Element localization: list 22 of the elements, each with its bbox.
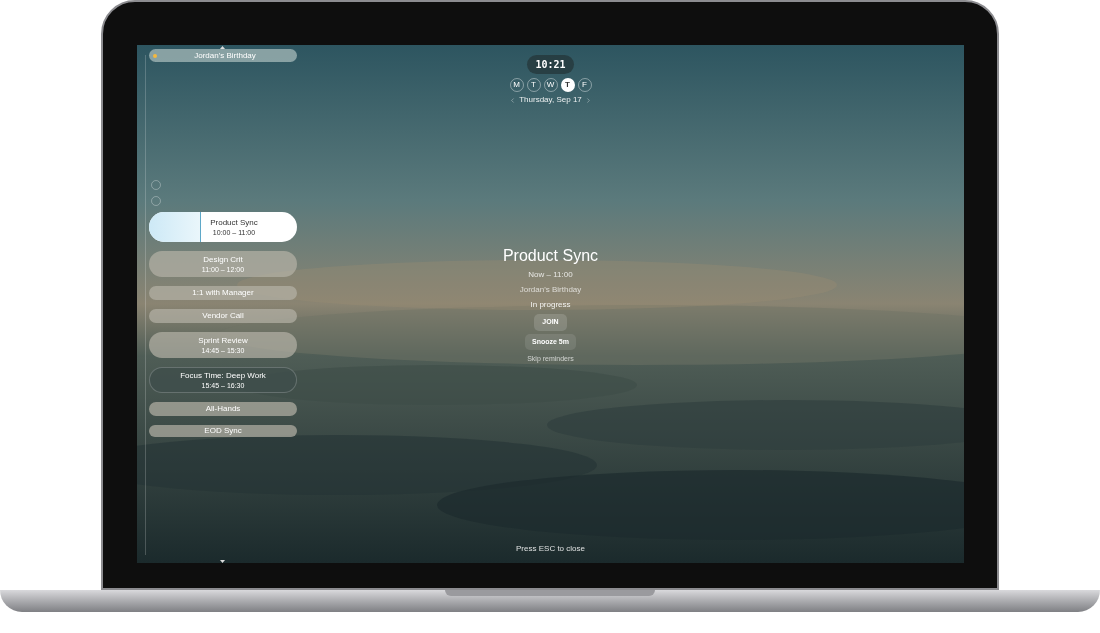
- event-card[interactable]: 1:1 with Manager: [149, 286, 297, 300]
- event-title: Vendor Call: [202, 311, 244, 321]
- event-heading: Product Sync: [502, 246, 599, 266]
- event-title: Sprint Review: [198, 335, 248, 346]
- event-title: Focus Time: Deep Work: [180, 370, 266, 381]
- event-card[interactable]: Vendor Call: [149, 309, 297, 323]
- event-title: Design Crit: [203, 254, 243, 265]
- event-title: Product Sync: [210, 217, 258, 228]
- event-time: Now – 11:00: [528, 269, 573, 281]
- event-card[interactable]: EOD Sync: [149, 425, 297, 437]
- event-note: Jordan's Birthday: [519, 284, 582, 296]
- event-title: Jordan's Birthday: [193, 49, 257, 62]
- event-card[interactable]: All-Hands: [149, 402, 297, 416]
- event-status: In progress: [530, 299, 571, 311]
- event-title: 1:1 with Manager: [192, 288, 254, 298]
- all-day-event[interactable]: Jordan's Birthday: [149, 49, 297, 62]
- date-label: Thursday, Sep 17: [519, 94, 582, 106]
- scroll-down-icon[interactable]: [220, 560, 225, 563]
- clock: 10:21: [527, 55, 574, 74]
- close-hint: Press ESC to close: [516, 543, 585, 555]
- event-title: All-Hands: [205, 404, 241, 414]
- event-title: EOD Sync: [204, 426, 242, 436]
